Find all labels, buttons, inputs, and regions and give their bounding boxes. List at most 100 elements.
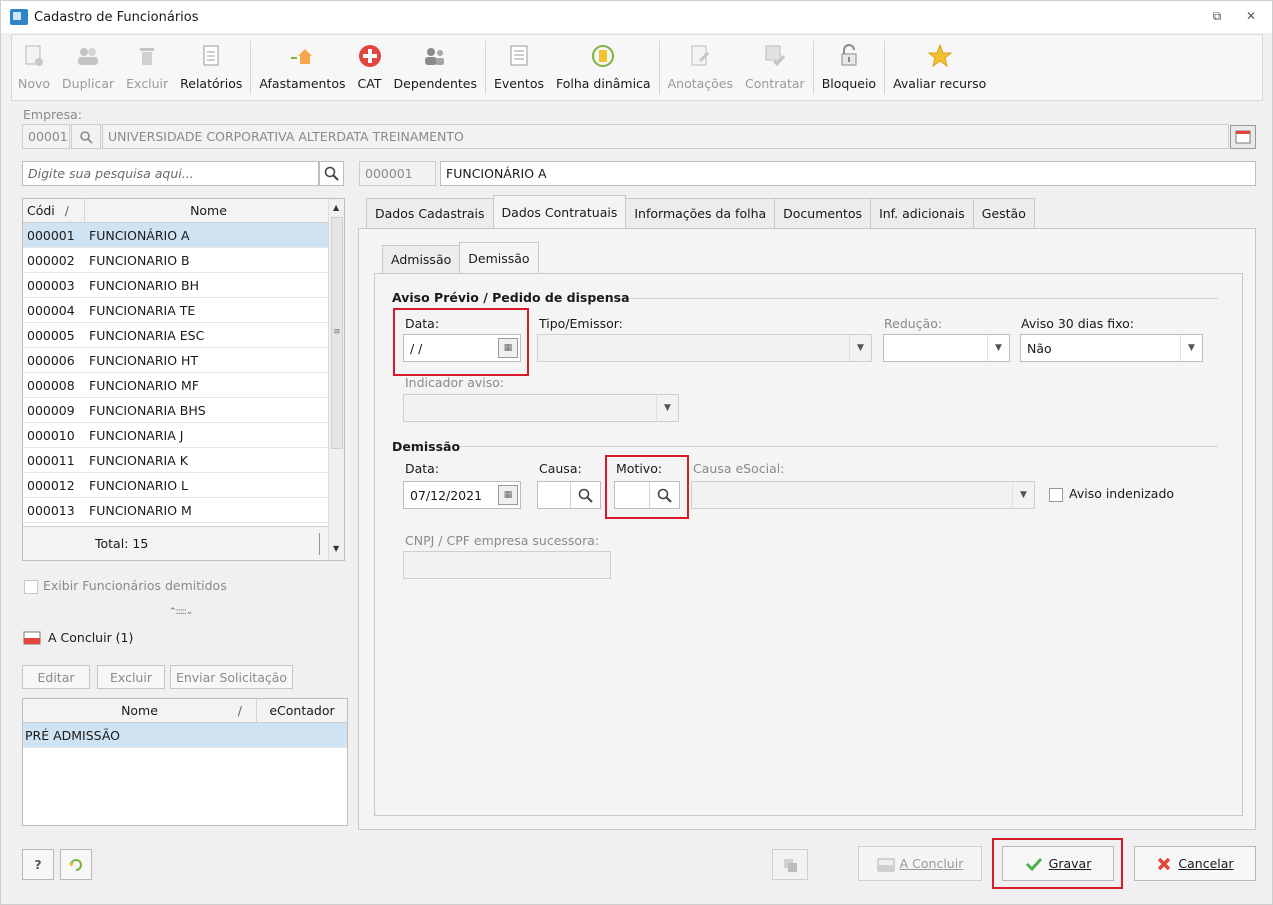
cnpj-sucessora-label: CNPJ / CPF empresa sucessora: [405,533,600,548]
table-row[interactable]: 000004 FUNCIONARIA TE [23,298,328,323]
copy-button[interactable] [772,849,808,880]
table-row[interactable]: 000013 FUNCIONARIO M [23,498,328,523]
pending-row[interactable]: PRÉ ADMISSÃO [23,723,347,748]
column-header-econtador[interactable]: eContador [257,703,347,718]
table-row[interactable]: 000003 FUNCIONARIO BH [23,273,328,298]
cnpj-sucessora-input[interactable] [403,551,611,579]
close-icon[interactable]: ✕ [1242,9,1260,23]
causa-input[interactable] [537,481,601,509]
cat-button[interactable]: CAT [352,35,388,100]
copy-icon [784,858,797,872]
tab-demissao[interactable]: Demissão [459,242,539,273]
toolbar-separator [884,41,886,94]
send-request-button[interactable]: Enviar Solicitação [170,665,293,689]
tab-documentos[interactable]: Documentos [774,198,872,228]
column-header-pending-name[interactable]: Nome / [23,699,257,722]
table-row[interactable]: 000011 FUNCIONARIA K [23,448,328,473]
refresh-button[interactable] [60,849,92,880]
delete-pending-button[interactable]: Excluir [97,665,165,689]
column-code-label: Códi [27,203,55,218]
novo-button[interactable]: Novo [12,35,56,100]
help-button[interactable]: ? [22,849,54,880]
table-row[interactable]: 000001 FUNCIONÁRIO A [23,223,328,248]
table-row[interactable]: 000006 FUNCIONARIO HT [23,348,328,373]
causa-search-icon[interactable] [570,482,600,508]
tab-inf-adicionais[interactable]: Inf. adicionais [870,198,974,228]
aviso30-select[interactable]: Não ▼ [1020,334,1203,362]
highlight-gravar [992,838,1123,889]
chevron-down-icon[interactable]: ▼ [1012,482,1034,508]
tab-informacoes-folha-label: Informações da folha [634,206,767,221]
indicador-aviso-select[interactable]: ▼ [403,394,679,422]
a-concluir-label: A Concluir [899,856,964,871]
tipo-emissor-select[interactable]: ▼ [537,334,872,362]
folha-dinamica-button[interactable]: Folha dinâmica [550,35,657,100]
scroll-down-icon[interactable]: ▼ [333,544,339,553]
chevron-down-icon[interactable]: ▼ [1180,335,1202,361]
relatorios-button[interactable]: Relatórios [174,35,248,100]
causa-label: Causa: [539,461,582,476]
send-request-label: Enviar Solicitação [175,669,288,685]
lock-icon [837,44,861,68]
duplicar-button[interactable]: Duplicar [56,35,120,100]
table-row[interactable]: 000010 FUNCIONARIA J [23,423,328,448]
table-row[interactable]: 000002 FUNCIONARIO B [23,248,328,273]
excluir-button[interactable]: Excluir [120,35,174,100]
tab-admissao-label: Admissão [391,252,452,267]
search-input[interactable]: Digite sua pesquisa aqui... [22,161,319,186]
contratar-button[interactable]: Contratar [739,35,811,100]
dependentes-button[interactable]: Dependentes [388,35,484,100]
tab-admissao[interactable]: Admissão [382,245,461,273]
edit-pending-button[interactable]: Editar [22,665,90,689]
afastamentos-button[interactable]: Afastamentos [253,35,351,100]
employee-name-cell: FUNCIONARIO HT [89,352,199,368]
search-icon[interactable] [319,161,344,186]
restore-icon[interactable]: ⧉ [1208,9,1226,24]
employee-list-header: Códi / Nome [23,199,328,223]
table-row[interactable]: 000012 FUNCIONARIO L [23,473,328,498]
cancelar-button[interactable]: Cancelar [1134,846,1256,881]
aviso-indenizado-checkbox[interactable] [1049,488,1063,502]
scroll-up-icon[interactable]: ▲ [333,203,339,212]
employee-list: Códi / Nome 000001 FUNCIONÁRIO A 000002 FUNC… [22,198,345,561]
causa-esocial-select[interactable]: ▼ [691,481,1035,509]
anotacoes-button[interactable]: Anotações [662,35,739,100]
employee-list-scrollbar[interactable]: ▲ ≡ ▼ [328,199,344,560]
tab-gestao[interactable]: Gestão [972,198,1035,228]
tab-dados-contratuais[interactable]: Dados Contratuais [492,195,627,228]
bloqueio-button[interactable]: Bloqueio [816,35,882,100]
show-dismissed-checkbox[interactable] [24,580,38,594]
chevron-down-icon[interactable]: ▼ [656,395,678,421]
eventos-button[interactable]: Eventos [488,35,550,100]
company-search-icon[interactable] [71,124,101,149]
chevron-down-icon[interactable]: ▼ [987,335,1009,361]
employee-name-cell: FUNCIONÁRIO A [89,227,190,243]
table-row[interactable]: 000008 FUNCIONARIO MF [23,373,328,398]
pending-icon [23,629,41,646]
company-code-field[interactable]: 00001 [22,124,70,149]
cancel-x-icon [1158,857,1171,870]
table-row[interactable]: 000005 FUNCIONARIA ESC [23,323,328,348]
column-header-name[interactable]: Nome [85,203,328,218]
chevron-down-icon[interactable]: ▼ [849,335,871,361]
econtador-column-label: eContador [269,703,335,718]
tab-dados-cadastrais[interactable]: Dados Cadastrais [366,198,494,228]
employee-code-cell: 000005 [27,327,75,343]
avaliar-recurso-button[interactable]: Avaliar recurso [887,35,992,100]
reducao-select[interactable]: ▼ [883,334,1010,362]
splitter-handle[interactable]: ⌃:::::⌄ [169,607,193,617]
anotacoes-label: Anotações [667,76,733,91]
employee-name-cell: FUNCIONARIO M [89,502,192,518]
a-concluir-button[interactable]: A Concluir [858,846,982,881]
demissao-date-input[interactable]: 07/12/2021 ▦ [403,481,521,509]
tab-informacoes-folha[interactable]: Informações da folha [625,198,776,228]
calculator-icon [591,44,615,68]
employee-name-field[interactable]: FUNCIONÁRIO A [440,161,1256,186]
employee-code-cell: 000011 [27,452,75,468]
column-header-code[interactable]: Códi / [23,199,85,222]
table-row[interactable]: 000009 FUNCIONARIA BHS [23,398,328,423]
employee-registration-window: Cadastro de Funcionários ⧉ ✕ Novo Duplic… [0,0,1273,905]
company-details-icon[interactable] [1230,125,1256,149]
contratar-label: Contratar [745,76,805,91]
calendar-icon[interactable]: ▦ [498,485,518,505]
